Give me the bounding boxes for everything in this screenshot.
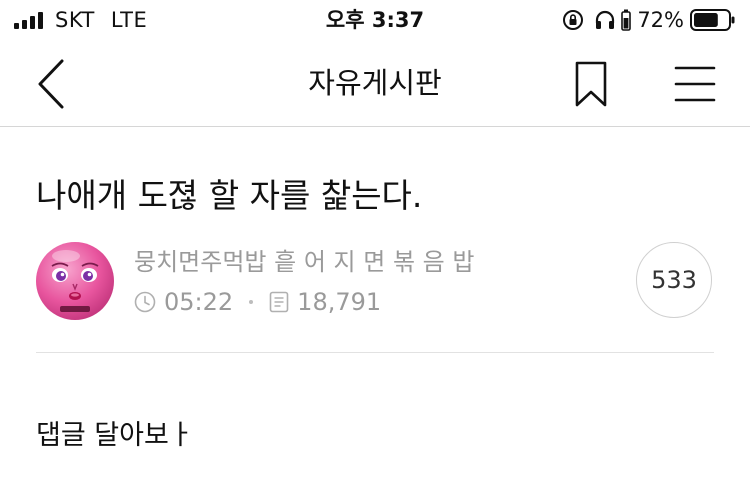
avatar[interactable]: [36, 242, 114, 320]
status-right: 72%: [561, 6, 736, 34]
bookmark-button[interactable]: [572, 60, 610, 108]
orientation-lock-icon: [561, 8, 585, 32]
comment-count: 533: [651, 266, 697, 294]
headphones-icon: [593, 8, 617, 32]
post-body: 댑글 달아보ㅏ: [36, 420, 194, 451]
avatar-image: [36, 242, 114, 320]
clock-icon: [134, 291, 156, 313]
menu-button[interactable]: [672, 62, 718, 106]
author-name[interactable]: 뭉치면주먹밥 흩 어 지 면 볶 음 밥: [134, 246, 474, 278]
nav-bar: 자유게시판: [0, 40, 750, 127]
page-title: 자유게시판: [308, 66, 442, 100]
comment-count-button[interactable]: 533: [636, 242, 712, 318]
battery-icon: [690, 8, 736, 32]
status-bar: SKT LTE 오후 3:37 72%: [0, 0, 750, 40]
post-time: 05:22: [164, 288, 234, 316]
battery-percent: 72%: [637, 8, 684, 32]
bookmark-icon: [575, 61, 607, 107]
post-title: 나애개 도젾 할 자를 찵는다.: [36, 176, 423, 215]
post-meta: 05:22 18,791: [134, 286, 381, 318]
divider: [36, 352, 714, 353]
battery-small-icon: [621, 9, 632, 31]
meta-separator: [249, 300, 254, 304]
document-icon: [269, 291, 289, 313]
view-count: 18,791: [297, 288, 382, 316]
menu-icon: [674, 66, 716, 102]
